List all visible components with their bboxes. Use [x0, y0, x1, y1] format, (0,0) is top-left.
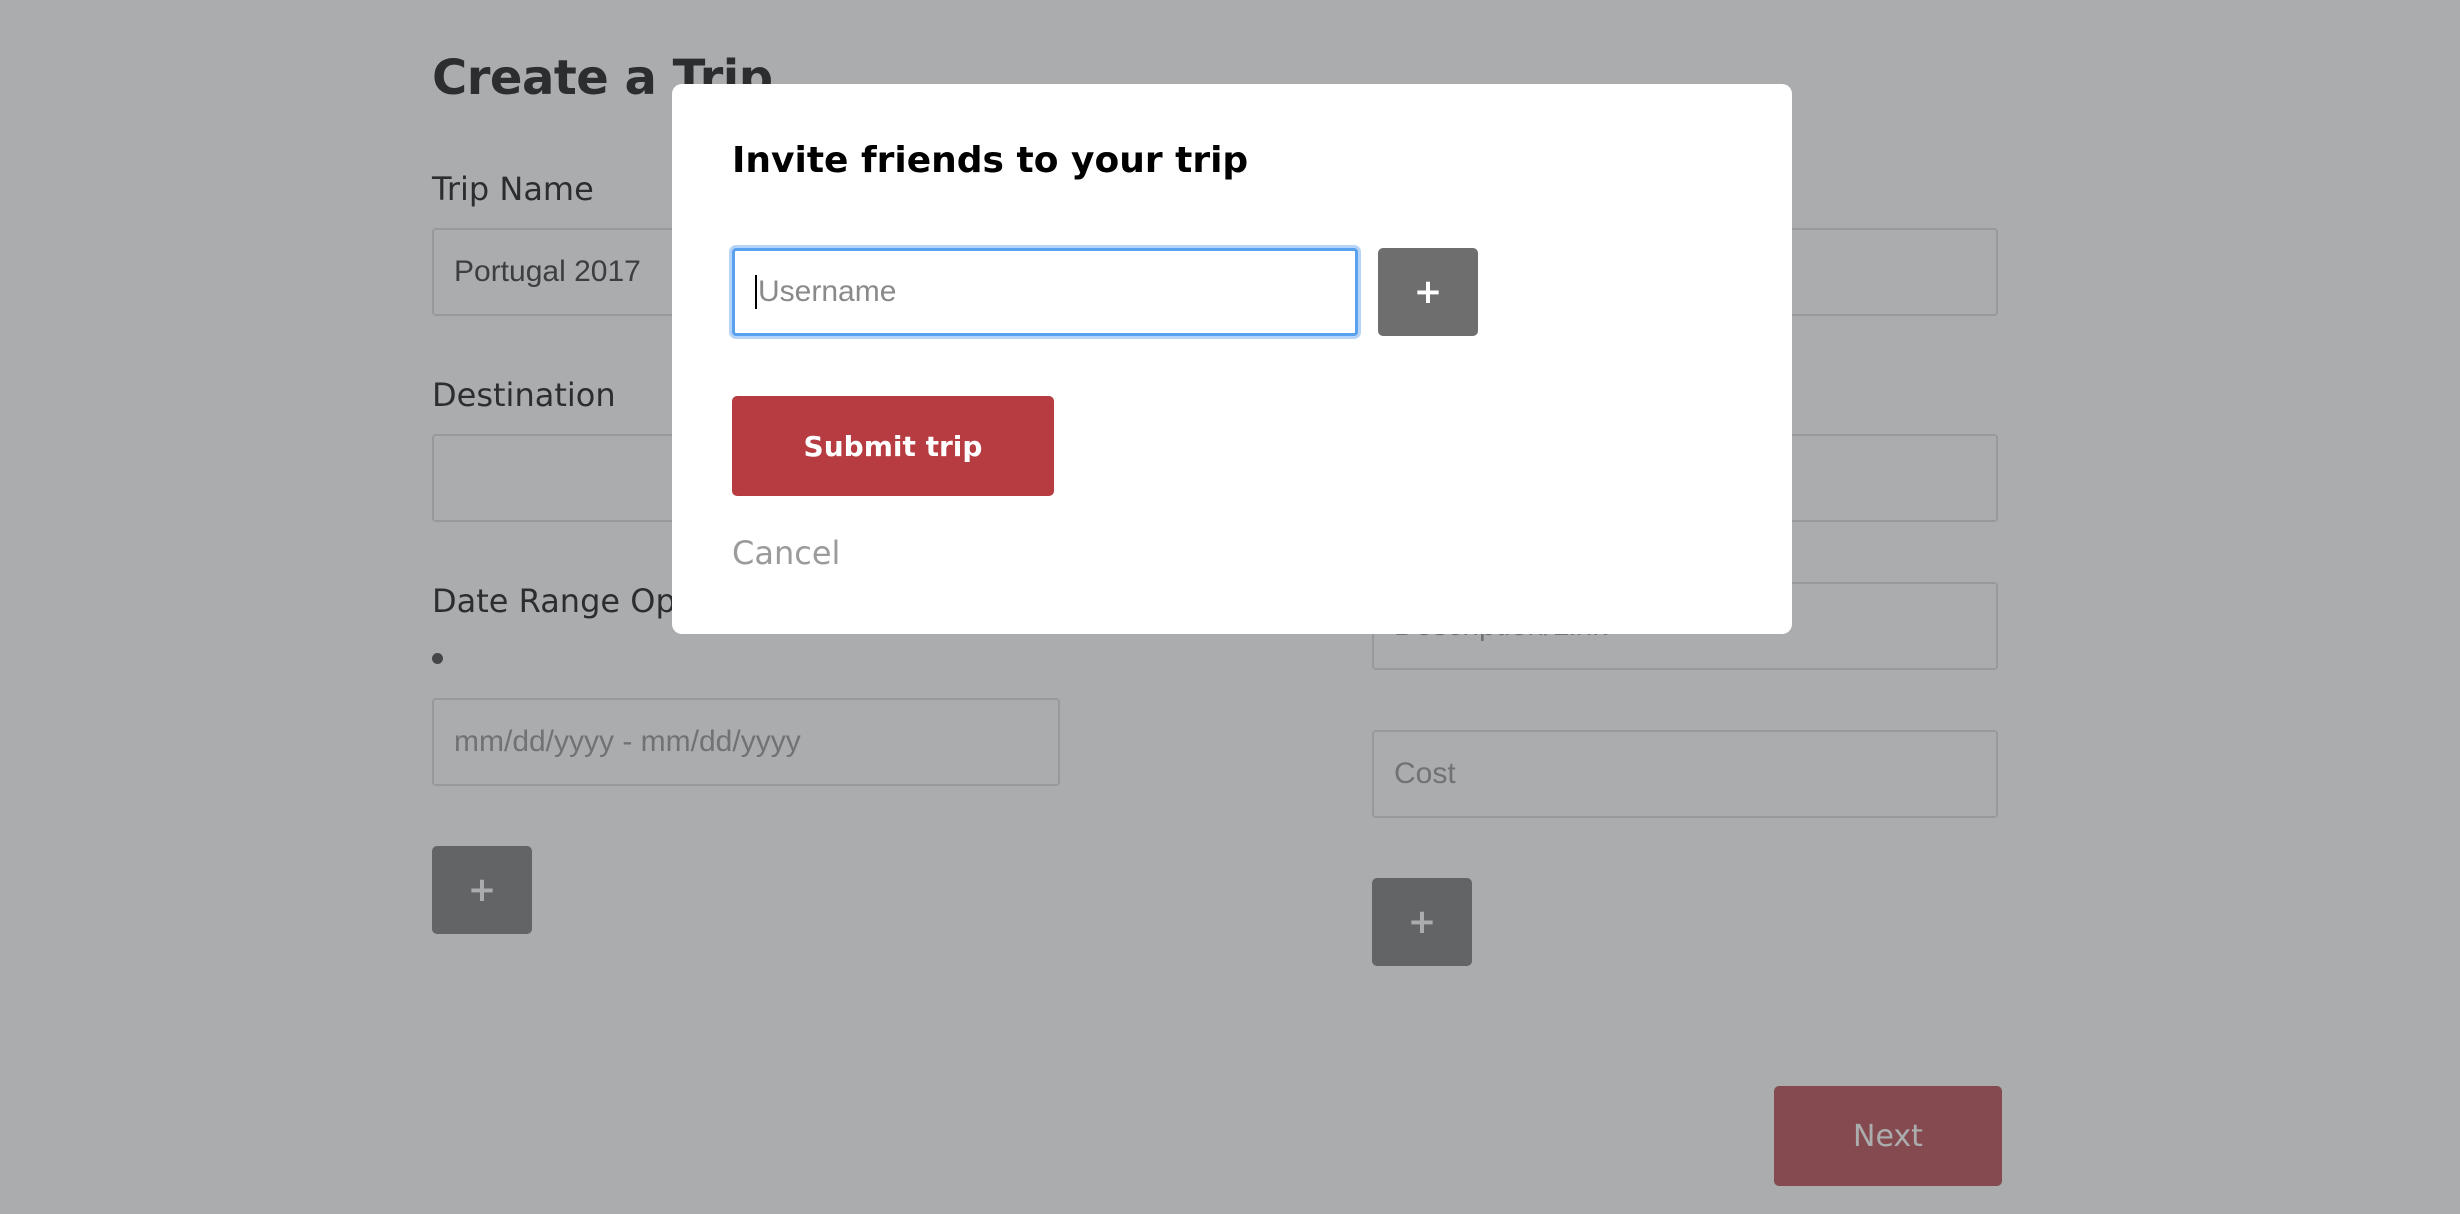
add-friend-button[interactable]: +	[1378, 248, 1478, 336]
text-caret	[755, 275, 757, 309]
plus-icon: +	[1413, 272, 1443, 312]
submit-trip-label: Submit trip	[803, 429, 983, 463]
username-placeholder: Username	[758, 275, 897, 308]
cancel-link[interactable]: Cancel	[732, 534, 840, 572]
invite-friends-modal: Invite friends to your trip Username + S…	[672, 84, 1792, 634]
username-input[interactable]: Username	[732, 248, 1358, 336]
submit-trip-button[interactable]: Submit trip	[732, 396, 1054, 496]
modal-title: Invite friends to your trip	[732, 140, 1249, 181]
